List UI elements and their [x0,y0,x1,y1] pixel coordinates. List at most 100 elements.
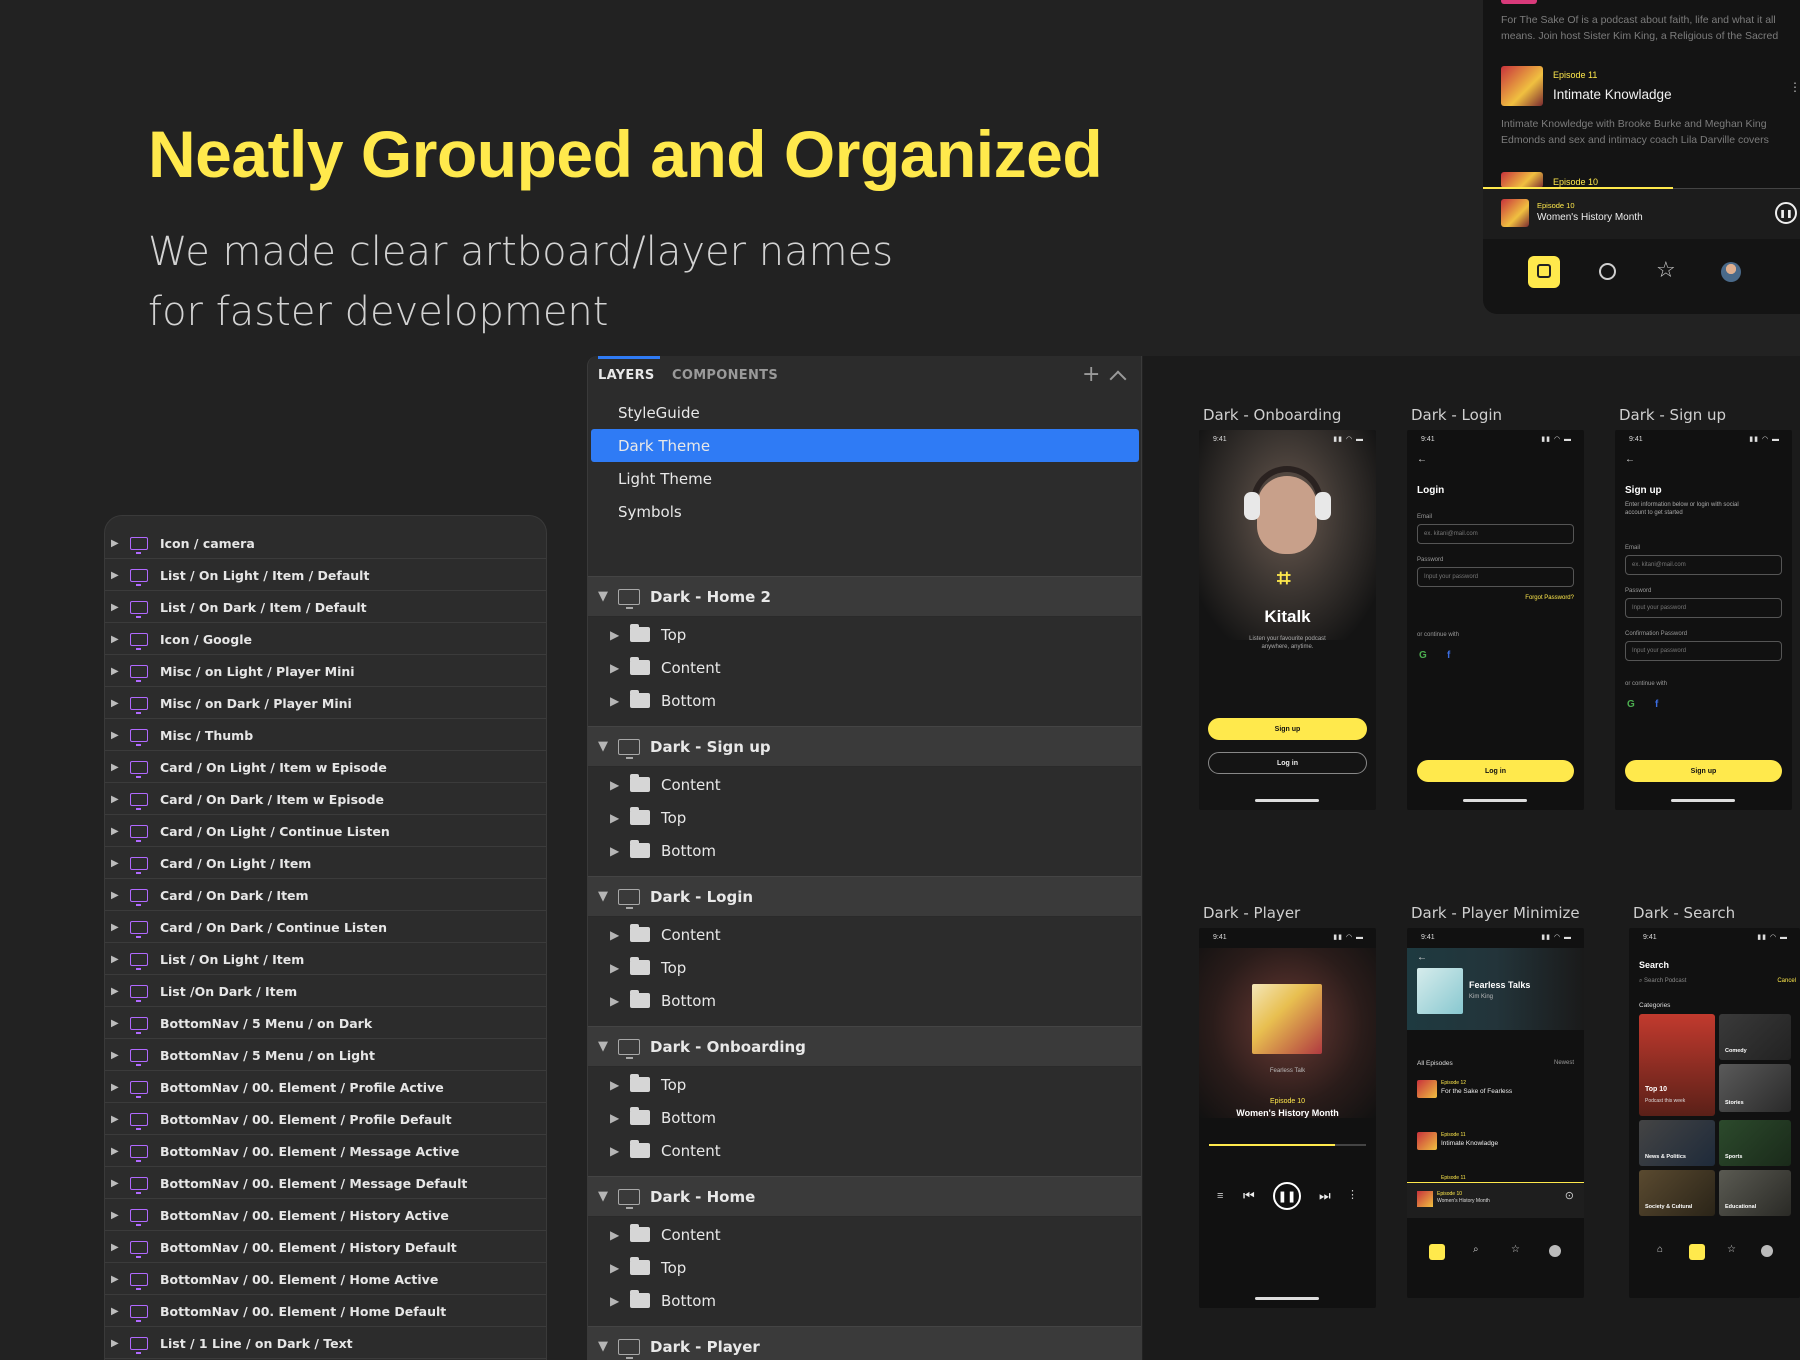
symbol-row[interactable]: ▶ Card / On Light / Continue Listen [105,816,546,847]
star-tab-icon[interactable]: ☆ [1511,1244,1520,1255]
artboard-search[interactable]: 9:41 ▮▮ ◠ ▬ Search ⌕ Search Podcast Cance… [1629,928,1800,1298]
collapse-arrow-icon[interactable]: ▼ [598,889,618,904]
group-row[interactable]: ▶ Top [588,618,1141,651]
page-item-light-theme[interactable]: Light Theme [618,470,712,488]
episode-title[interactable]: For the Sake of Fearless [1441,1088,1512,1095]
back-arrow-icon[interactable]: ← [1417,952,1427,963]
category-card[interactable]: News & Politics [1639,1120,1715,1166]
tab-components[interactable]: COMPONENTS [672,368,778,383]
group-row[interactable]: ▶ Bottom [588,1101,1141,1134]
google-icon[interactable]: G [1627,699,1635,710]
expand-arrow-icon[interactable]: ▶ [610,928,630,942]
google-icon[interactable]: G [1419,650,1427,661]
symbol-row[interactable]: ▶ List /On Dark / Item [105,976,546,1007]
password-field[interactable]: Input your password [1417,567,1574,587]
symbol-row[interactable]: ▶ Misc / on Dark / Player Mini [105,688,546,719]
top10-card[interactable]: Top 10 Podcast this week [1639,1014,1715,1116]
symbol-row[interactable]: ▶ Misc / on Light / Player Mini [105,656,546,687]
expand-arrow-icon[interactable]: ▶ [111,1306,121,1317]
plus-icon[interactable]: + [1082,362,1100,387]
group-row[interactable]: ▶ Bottom [588,984,1141,1017]
expand-arrow-icon[interactable]: ▶ [111,1114,121,1125]
star-tab-icon[interactable]: ☆ [1727,1244,1736,1255]
expand-arrow-icon[interactable]: ▶ [610,844,630,858]
symbol-row[interactable]: ▶ BottomNav / 00. Element / Profile Activ… [105,1072,546,1103]
group-row[interactable]: ▶ Content [588,1218,1141,1251]
cancel-search-link[interactable]: Cancel [1777,978,1796,984]
expand-arrow-icon[interactable]: ▶ [610,628,630,642]
group-row[interactable]: ▶ Bottom [588,1284,1141,1317]
symbol-row[interactable]: ▶ Card / On Light / Item [105,848,546,879]
expand-arrow-icon[interactable]: ▶ [111,1210,121,1221]
password-field[interactable]: Input your password [1625,598,1782,618]
artboard-onboarding[interactable]: 9:41 ▮▮ ◠ ▬ ⌗ Kitalk Listen your favourit… [1199,430,1376,810]
symbol-row[interactable]: ▶ Card / On Dark / Item [105,880,546,911]
expand-arrow-icon[interactable]: ▶ [111,794,121,805]
episode-11-title[interactable]: Intimate Knowladge [1553,87,1672,102]
profile-tab-avatar[interactable] [1761,1245,1773,1257]
mini-player[interactable]: Episode 10 Women's History Month ⊙ [1407,1182,1584,1218]
artboard-label-search[interactable]: Dark - Search [1633,904,1735,922]
pause-button[interactable]: ❚❚ [1273,1182,1301,1210]
avatar[interactable] [1721,262,1741,282]
artboard-label-player-minimize[interactable]: Dark - Player Minimize [1411,904,1580,922]
group-row[interactable]: ▶ Content [588,768,1141,801]
symbol-row[interactable]: ▶ BottomNav / 00. Element / Profile Defau… [105,1104,546,1135]
expand-arrow-icon[interactable]: ▶ [111,762,121,773]
signup-submit-button[interactable]: Sign up [1625,760,1782,782]
expand-arrow-icon[interactable]: ▶ [111,634,121,645]
search-icon[interactable] [1599,263,1616,280]
group-row[interactable]: ▶ Bottom [588,684,1141,717]
expand-arrow-icon[interactable]: ▶ [610,811,630,825]
star-icon[interactable]: ☆ [1656,258,1676,283]
more-icon[interactable]: ⋮ [1347,1188,1358,1201]
symbol-row[interactable]: ▶ Icon / Google [105,624,546,655]
email-field[interactable]: ex. kitani@mail.com [1625,555,1782,575]
symbol-row[interactable]: ▶ List / On Light / Item [105,944,546,975]
facebook-icon[interactable]: f [1655,699,1658,710]
expand-arrow-icon[interactable]: ▶ [610,661,630,675]
symbol-row[interactable]: ▶ BottomNav / 00. Element / History Defau… [105,1232,546,1263]
collapse-arrow-icon[interactable]: ▼ [598,739,618,754]
confirm-password-field[interactable]: Input your password [1625,641,1782,661]
sort-dropdown[interactable]: Newest [1554,1060,1574,1066]
forgot-password-link[interactable]: Forgot Password? [1525,595,1574,601]
symbol-row[interactable]: ▶ BottomNav / 00. Element / Message Activ… [105,1136,546,1167]
symbol-row[interactable]: ▶ Card / On Dark / Continue Listen [105,912,546,943]
artboard-player-minimize[interactable]: 9:41 ▮▮ ◠ ▬ ← Fearless Talks Kim King All… [1407,928,1584,1298]
home-tab-icon[interactable]: ⌂ [1657,1244,1663,1255]
chevron-up-icon[interactable] [1109,370,1127,388]
playlist-icon[interactable]: ≡ [1217,1190,1223,1202]
artboard-label-onboarding[interactable]: Dark - Onboarding [1203,406,1341,424]
symbol-row[interactable]: ▶ Icon / camera [105,528,546,559]
page-item-styleguide[interactable]: StyleGuide [618,404,700,422]
group-row[interactable]: ▶ Content [588,918,1141,951]
symbol-row[interactable]: ▶ BottomNav / 00. Element / Home Active [105,1264,546,1295]
expand-arrow-icon[interactable]: ▶ [111,1050,121,1061]
expand-arrow-icon[interactable]: ▶ [111,986,121,997]
expand-arrow-icon[interactable]: ▶ [111,570,121,581]
signup-button[interactable]: Sign up [1208,718,1367,740]
expand-arrow-icon[interactable]: ▶ [610,694,630,708]
artboard-row[interactable]: ▼ Dark - Login [588,876,1141,917]
page-item-symbols[interactable]: Symbols [618,503,682,521]
symbol-row[interactable]: ▶ Card / On Dark / Item w Episode [105,784,546,815]
artboard-row[interactable]: ▼ Dark - Onboarding [588,1026,1141,1067]
expand-arrow-icon[interactable]: ▶ [111,1146,121,1157]
expand-arrow-icon[interactable]: ▶ [111,666,121,677]
expand-arrow-icon[interactable]: ▶ [610,961,630,975]
back-arrow-icon[interactable]: ← [1417,454,1427,465]
category-card[interactable]: Stories [1719,1064,1791,1112]
facebook-icon[interactable]: f [1447,650,1450,661]
category-card[interactable]: Sports [1719,1120,1791,1166]
expand-arrow-icon[interactable]: ▶ [111,826,121,837]
collapse-arrow-icon[interactable]: ▼ [598,1339,618,1354]
page-item-dark-theme[interactable]: Dark Theme [618,437,710,455]
category-card[interactable]: Comedy [1719,1014,1791,1060]
home-tab-icon[interactable] [1429,1244,1445,1260]
login-button[interactable]: Log in [1208,752,1367,774]
symbol-row[interactable]: ▶ BottomNav / 5 Menu / on Light [105,1040,546,1071]
more-options-icon[interactable]: ⋮ [1789,80,1800,94]
category-card[interactable]: Society & Cultural [1639,1170,1715,1216]
expand-arrow-icon[interactable]: ▶ [111,922,121,933]
